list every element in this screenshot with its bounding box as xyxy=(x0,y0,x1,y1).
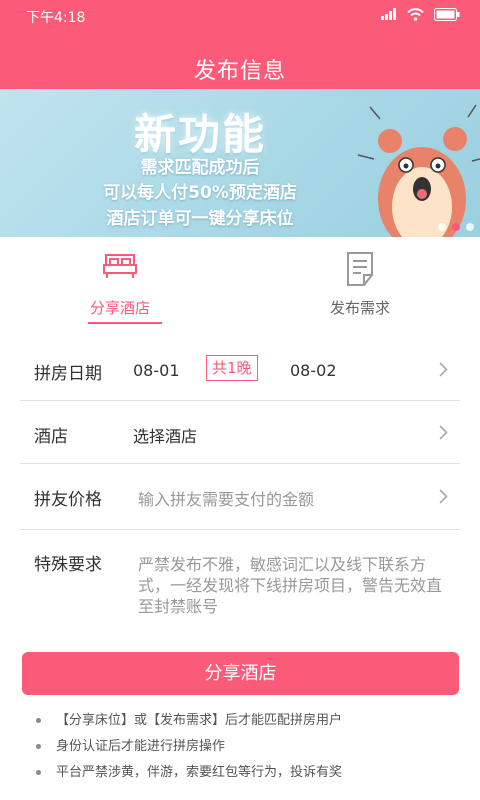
tab-bar: 分享酒店 发布需求 xyxy=(0,237,480,335)
banner-pager xyxy=(438,223,474,231)
status-time: 下午4:18 xyxy=(26,10,86,26)
tab-post-request[interactable]: 发布需求 xyxy=(240,237,480,335)
pager-dot[interactable] xyxy=(466,223,474,231)
date-label: 拼房日期 xyxy=(34,364,102,384)
chevron-right-icon xyxy=(439,362,448,381)
hotel-row[interactable]: 酒店 选择酒店 xyxy=(20,401,460,464)
share-hotel-button[interactable]: 分享酒店 xyxy=(22,652,459,695)
tip-item: 【分享床位】或【发布需求】后才能匹配拼房用户 xyxy=(36,711,466,737)
check-in-date[interactable]: 08-01 xyxy=(133,361,180,380)
document-icon xyxy=(344,251,376,291)
special-label: 特殊要求 xyxy=(34,555,102,575)
tab-indicator xyxy=(88,322,162,324)
promo-banner[interactable]: 新功能 需求匹配成功后 可以每人付50%预定酒店 酒店订单可一键分享床位 xyxy=(0,89,480,237)
chevron-right-icon xyxy=(439,489,448,508)
banner-line: 可以每人付50%预定酒店 xyxy=(103,183,297,203)
signal-icon xyxy=(381,8,397,24)
bed-icon xyxy=(103,251,137,285)
wifi-icon xyxy=(407,7,424,25)
check-out-date[interactable]: 08-02 xyxy=(290,361,337,380)
tab-share-hotel[interactable]: 分享酒店 xyxy=(0,237,240,335)
banner-line: 酒店订单可一键分享床位 xyxy=(106,209,294,229)
price-input[interactable]: 输入拼友需要支付的金额 xyxy=(138,486,342,510)
mascot-illustration xyxy=(357,104,480,237)
hotel-label: 酒店 xyxy=(34,427,68,447)
page-title: 发布信息 xyxy=(193,59,286,84)
tab-label: 分享酒店 xyxy=(89,299,150,317)
price-label: 拼友价格 xyxy=(34,490,102,510)
special-requirements-input[interactable]: 严禁发布不雅，敏感词汇以及线下联系方式，一经发现将下线拼房项目，警告无效直至封禁… xyxy=(138,554,450,617)
tip-item: 平台严禁涉黄，伴游，索要红包等行为，投诉有奖 xyxy=(36,763,466,789)
price-row[interactable]: 拼友价格 输入拼友需要支付的金额 xyxy=(20,464,460,530)
nights-badge: 共1晚 xyxy=(206,355,258,381)
special-requirements-row: 特殊要求 严禁发布不雅，敏感词汇以及线下联系方式，一经发现将下线拼房项目，警告无… xyxy=(20,530,460,637)
date-row[interactable]: 拼房日期 08-01 共1晚 08-02 xyxy=(20,337,460,401)
app-header: 下午4:18 发布信息 xyxy=(0,0,480,89)
tip-item: 身份认证后才能进行拼房操作 xyxy=(36,737,466,763)
status-bar: 下午4:18 xyxy=(0,0,480,32)
banner-line: 需求匹配成功后 xyxy=(140,158,260,178)
tips-list: 【分享床位】或【发布需求】后才能匹配拼房用户 身份认证后才能进行拼房操作 平台严… xyxy=(36,711,466,789)
battery-icon xyxy=(434,7,460,25)
hotel-select[interactable]: 选择酒店 xyxy=(133,423,197,447)
pager-dot-active[interactable] xyxy=(452,223,460,231)
tab-label: 发布需求 xyxy=(329,299,390,317)
pager-dot[interactable] xyxy=(438,223,446,231)
chevron-right-icon xyxy=(439,425,448,444)
